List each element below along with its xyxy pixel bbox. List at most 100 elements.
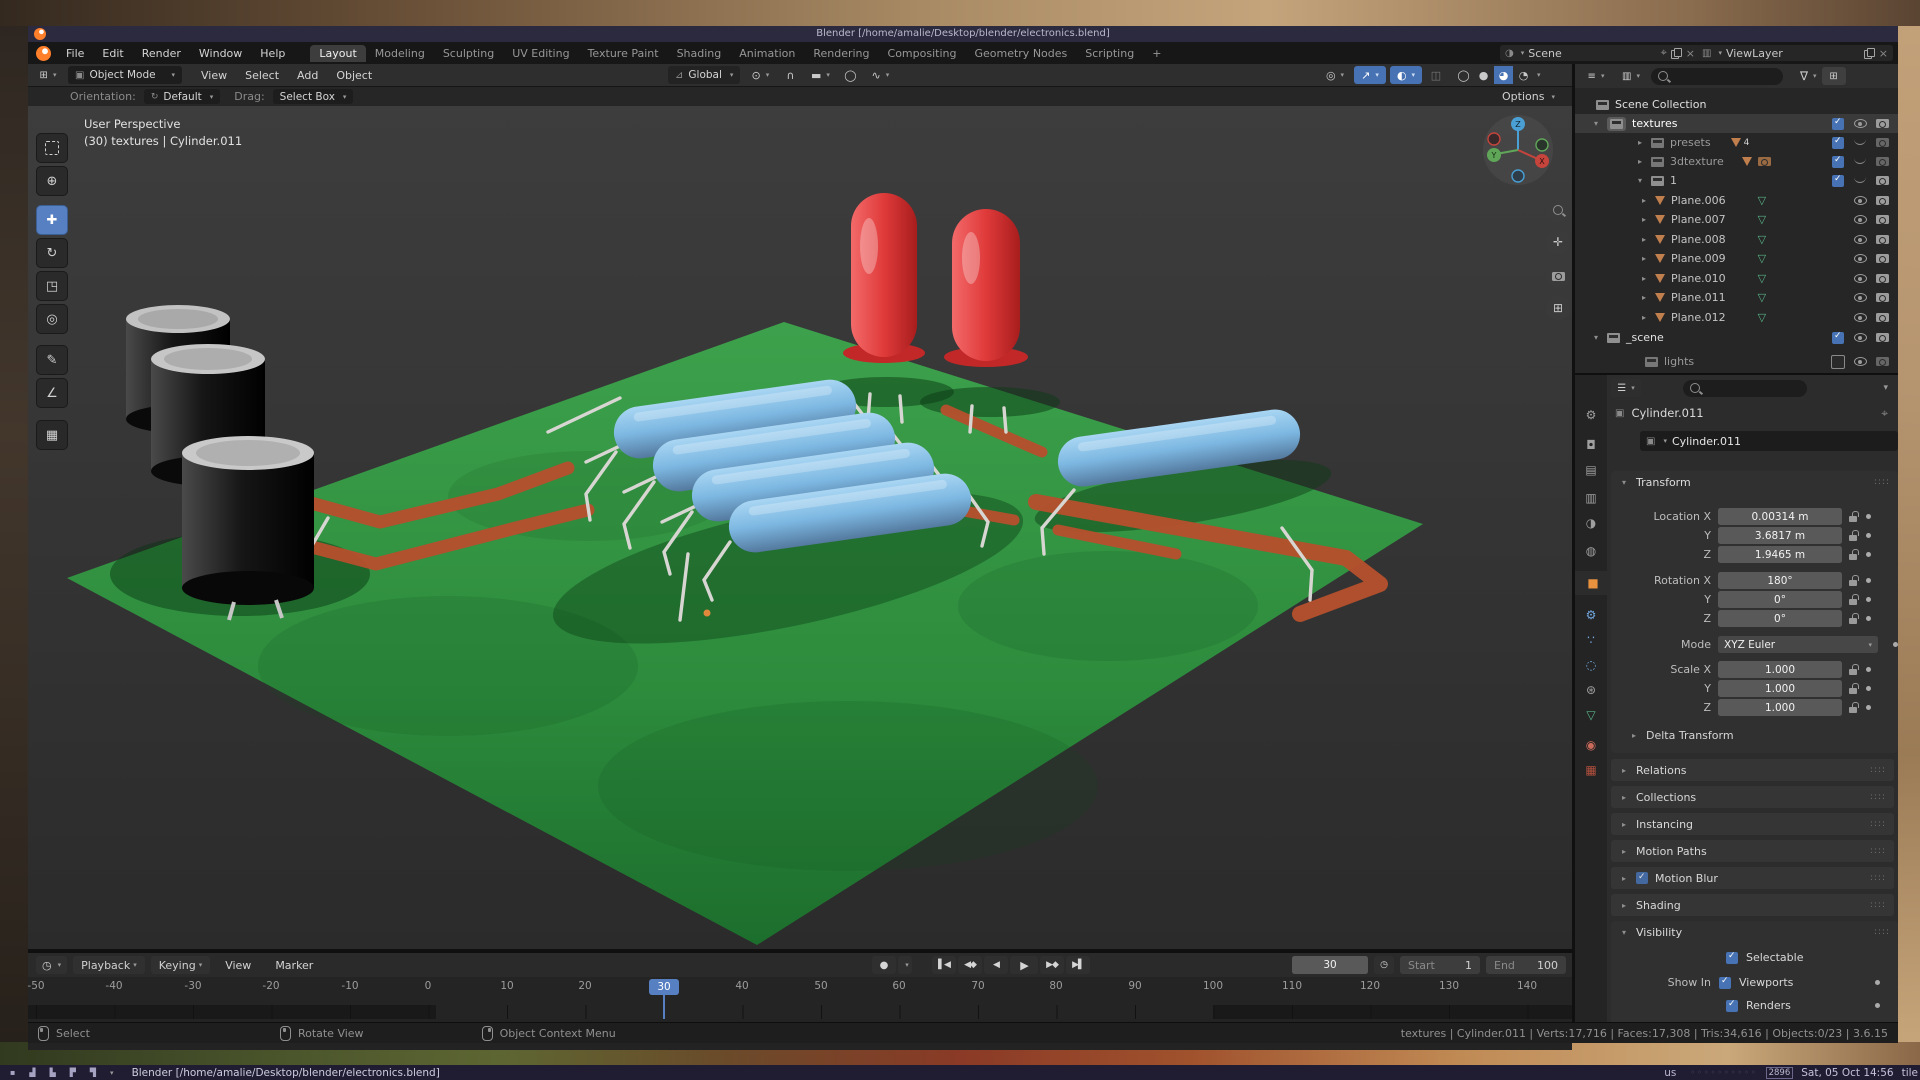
- object-name-field[interactable]: ▣▾ Cylinder.011: [1640, 431, 1898, 451]
- animate-dot[interactable]: [1875, 980, 1880, 985]
- tab-modifiers[interactable]: ⚙: [1575, 603, 1607, 627]
- lock-icon[interactable]: [1849, 580, 1857, 586]
- expand-arrow-icon[interactable]: ▸: [1639, 196, 1649, 205]
- transform-orientation-dropdown[interactable]: ⊿ Global ▾: [668, 66, 740, 84]
- render-camera-toggle[interactable]: [1874, 290, 1890, 306]
- taskbar-workspace-icon[interactable]: ▜: [90, 1068, 96, 1077]
- hide-eye-toggle[interactable]: [1852, 154, 1868, 170]
- playhead-line[interactable]: [663, 993, 665, 1019]
- animate-dot[interactable]: [1866, 616, 1871, 621]
- frame-tick-strip[interactable]: [28, 1005, 1572, 1019]
- render-camera-toggle[interactable]: [1874, 271, 1890, 287]
- panel-grip-icon[interactable]: ::::: [1870, 900, 1886, 910]
- rotation-y-field[interactable]: 0°: [1718, 591, 1842, 608]
- renders-checkbox[interactable]: [1726, 1000, 1738, 1012]
- expand-arrow-icon[interactable]: ▸: [1639, 313, 1649, 322]
- tab-texture[interactable]: ▦: [1575, 758, 1607, 782]
- animate-dot[interactable]: [1866, 597, 1871, 602]
- hide-eye-toggle[interactable]: [1852, 135, 1868, 151]
- row-label[interactable]: lights: [1664, 355, 1694, 368]
- timeline-view-menu[interactable]: View: [216, 959, 260, 972]
- row-label[interactable]: Plane.011: [1671, 291, 1726, 304]
- expand-arrow-icon[interactable]: ▸: [1639, 215, 1649, 224]
- panel-grip-icon[interactable]: ::::: [1870, 765, 1886, 775]
- render-camera-toggle[interactable]: [1874, 193, 1890, 209]
- motion-paths-panel-header[interactable]: ▸Motion Paths::::: [1611, 840, 1894, 862]
- drag-dropdown[interactable]: Select Box ▾: [273, 89, 354, 104]
- prev-keyframe-button[interactable]: ◀◆: [958, 956, 982, 974]
- workspace-tab-scripting[interactable]: Scripting: [1076, 45, 1143, 62]
- workspace-tab-geometry-nodes[interactable]: Geometry Nodes: [965, 45, 1076, 62]
- window-titlebar[interactable]: Blender [/home/amalie/Desktop/blender/el…: [28, 26, 1898, 42]
- transform-panel-header[interactable]: ▾ Transform ::::: [1611, 471, 1898, 493]
- shading-material-button[interactable]: ◕: [1494, 66, 1513, 84]
- workspace-tab-modeling[interactable]: Modeling: [366, 45, 434, 62]
- gizmo-toggle[interactable]: ↗▾: [1354, 66, 1386, 84]
- scale-y-field[interactable]: 1.000: [1718, 680, 1842, 697]
- proportional-edit-button[interactable]: ◯: [840, 66, 860, 84]
- breadcrumb-object-name[interactable]: Cylinder.011: [1631, 406, 1703, 420]
- lock-icon[interactable]: [1849, 618, 1857, 624]
- render-camera-toggle[interactable]: [1874, 212, 1890, 228]
- outliner-row-scene2[interactable]: ▾_scene: [1575, 328, 1898, 347]
- tool-annotate[interactable]: ✎: [36, 345, 68, 375]
- expand-arrow-icon[interactable]: ▸: [1639, 293, 1649, 302]
- panel-grip-icon[interactable]: ::::: [1870, 792, 1886, 802]
- render-camera-toggle[interactable]: [1874, 135, 1890, 151]
- exclude-checkbox[interactable]: [1830, 173, 1846, 189]
- taskbar-layout-icon[interactable]: ▪: [10, 1068, 15, 1077]
- lock-icon[interactable]: [1849, 535, 1857, 541]
- properties-options-caret[interactable]: ▾: [1883, 383, 1888, 393]
- menu-file[interactable]: File: [57, 47, 93, 60]
- keying-menu[interactable]: Keying▾: [151, 956, 210, 974]
- selectability-dropdown[interactable]: ◎▾: [1320, 66, 1350, 84]
- row-label[interactable]: textures: [1632, 117, 1677, 130]
- play-button[interactable]: ▶: [1010, 956, 1038, 974]
- proportional-falloff-button[interactable]: ∿▾: [865, 66, 895, 84]
- hide-eye-toggle[interactable]: [1852, 271, 1868, 287]
- row-label[interactable]: Plane.007: [1671, 213, 1726, 226]
- outliner-row-3dtexture[interactable]: ▸3dtexture: [1575, 152, 1898, 171]
- animate-dot[interactable]: [1866, 578, 1871, 583]
- panel-grip-icon[interactable]: ::::: [1870, 846, 1886, 856]
- end-frame-field[interactable]: End100: [1486, 956, 1566, 974]
- pivot-point-button[interactable]: ⊙▾: [745, 66, 775, 84]
- shading-wireframe-button[interactable]: ◯: [1454, 66, 1473, 84]
- hide-eye-toggle[interactable]: [1852, 330, 1868, 346]
- expand-arrow-icon[interactable]: ▾: [1591, 333, 1601, 342]
- viewport-grid-button[interactable]: ⊞: [1546, 296, 1570, 320]
- view-layer-name[interactable]: ViewLayer: [1726, 47, 1860, 60]
- tool-move[interactable]: ✚: [36, 205, 68, 235]
- animate-dot[interactable]: [1875, 1003, 1880, 1008]
- collections-panel-header[interactable]: ▸Collections::::: [1611, 786, 1894, 808]
- workspace-tab-compositing[interactable]: Compositing: [879, 45, 966, 62]
- viewport-menu-select[interactable]: Select: [236, 69, 288, 82]
- navigation-gizmo[interactable]: Z X Y: [1482, 114, 1554, 186]
- exclude-checkbox[interactable]: [1830, 354, 1846, 370]
- taskbar-workspace-icon[interactable]: ▟: [29, 1068, 35, 1077]
- panel-grip-icon[interactable]: ::::: [1870, 819, 1886, 829]
- hide-eye-toggle[interactable]: [1852, 310, 1868, 326]
- tab-object[interactable]: ■: [1575, 571, 1609, 595]
- scene-selector[interactable]: ◑▾ Scene ⌖ ×: [1500, 45, 1700, 61]
- hide-eye-toggle[interactable]: [1852, 290, 1868, 306]
- lock-icon[interactable]: [1849, 599, 1857, 605]
- outliner-row-plane011[interactable]: ▸Plane.011▽: [1575, 288, 1898, 307]
- menu-render[interactable]: Render: [133, 47, 190, 60]
- animate-dot[interactable]: [1866, 667, 1871, 672]
- snap-with-button[interactable]: ▬▾: [805, 66, 835, 84]
- render-camera-toggle[interactable]: [1874, 116, 1890, 132]
- workspace-tab-shading[interactable]: Shading: [668, 45, 731, 62]
- jump-to-start-button[interactable]: ▌◀: [932, 956, 956, 974]
- tool-select-box[interactable]: [36, 133, 68, 163]
- expand-arrow-icon[interactable]: ▸: [1635, 157, 1645, 166]
- tool-add-cube[interactable]: ▦: [36, 420, 68, 450]
- current-frame-field[interactable]: 30: [1292, 956, 1368, 974]
- taskbar-workspace-icon[interactable]: ▙: [50, 1068, 56, 1077]
- animate-dot[interactable]: [1866, 705, 1871, 710]
- hide-eye-toggle[interactable]: [1852, 251, 1868, 267]
- outliner-row-plane008[interactable]: ▸Plane.008▽: [1575, 230, 1898, 249]
- taskbar-chevron-icon[interactable]: ▾: [110, 1069, 114, 1077]
- tab-render[interactable]: ◘: [1575, 433, 1607, 457]
- workspace-tab-sculpting[interactable]: Sculpting: [434, 45, 503, 62]
